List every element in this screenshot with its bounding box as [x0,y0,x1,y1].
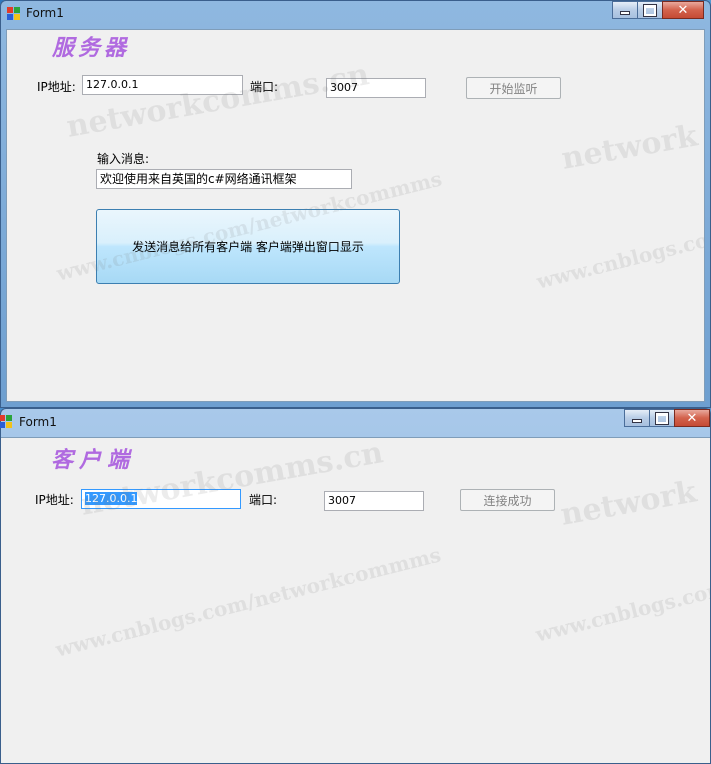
close-icon: ✕ [677,2,689,18]
watermark-network-right: network [557,474,700,533]
watermark-networkcomms: networkcomms.cn [63,57,372,145]
send-all-button[interactable]: 发送消息给所有客户端 客户端弹出窗口显示 [96,209,400,284]
maximize-icon [644,4,656,16]
app-icon [0,415,13,429]
connect-button[interactable]: 连接成功 [460,489,555,511]
minimize-icon [633,420,641,422]
ip-input[interactable]: 127.0.0.1 [82,75,243,95]
client-heading: 客户端 [51,447,136,473]
ip-label: IP地址: [37,80,76,94]
watermark-cnblogs-right: www.cnblogs.com [533,575,710,647]
client-titlebar[interactable]: Form1 ✕ [0,409,710,435]
message-input[interactable]: 欢迎使用来自英国的c#网络通讯框架 [96,169,352,189]
client-window: Form1 ✕ 客户端 IP地址: 127.0.0.1 端口: 3007 连接成… [0,408,711,764]
app-icon [7,7,21,21]
start-listen-button[interactable]: 开始监听 [466,77,561,99]
minimize-button[interactable] [612,1,638,19]
port-label: 端口: [249,493,278,507]
maximize-button[interactable] [637,1,663,19]
close-button[interactable]: ✕ [674,409,710,427]
window-title: Form1 [19,415,57,429]
window-title: Form1 [26,6,64,20]
close-button[interactable]: ✕ [662,1,704,19]
server-titlebar[interactable]: Form1 ✕ [1,1,710,27]
ip-label: IP地址: [35,493,74,507]
server-client-area: 服务器 IP地址: 127.0.0.1 端口: 3007 开始监听 输入消息: … [6,29,705,402]
port-input[interactable]: 3007 [326,78,426,98]
close-icon: ✕ [686,410,698,426]
watermark-network-right: network [558,118,701,177]
maximize-icon [656,412,668,424]
server-window: Form1 ✕ 服务器 IP地址: 127.0.0.1 端口: 3007 开始监… [0,0,711,408]
port-label: 端口: [250,80,279,94]
message-label: 输入消息: [97,152,150,166]
ip-input-selected-text: 127.0.0.1 [85,492,138,505]
minimize-icon [621,12,629,14]
ip-input[interactable]: 127.0.0.1 [81,489,241,509]
watermark-cnblogs-right: www.cnblogs.com [534,222,705,294]
server-heading: 服务器 [52,35,131,61]
watermark-cnblogs: www.cnblogs.com/networkcommms [53,542,444,662]
client-client-area: 客户端 IP地址: 127.0.0.1 端口: 3007 连接成功 networ… [1,437,710,763]
minimize-button[interactable] [624,409,650,427]
port-input[interactable]: 3007 [324,491,424,511]
maximize-button[interactable] [649,409,675,427]
